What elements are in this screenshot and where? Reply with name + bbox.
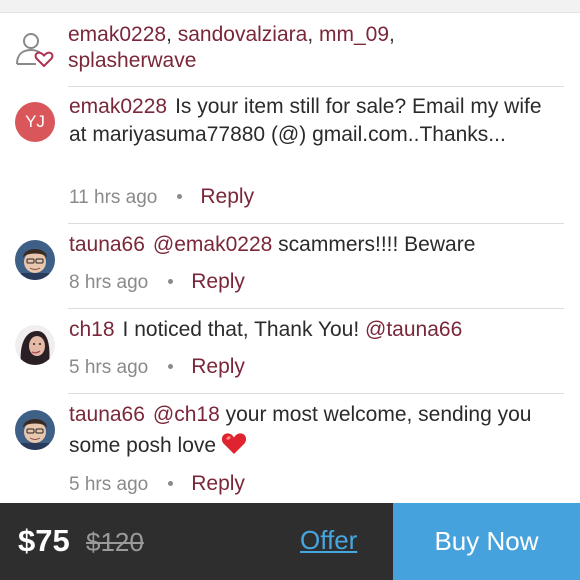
comments-screen: emak0228, sandovalziara, mm_09, splasherw… bbox=[0, 0, 580, 580]
buy-now-button[interactable]: Buy Now bbox=[393, 503, 580, 580]
comment-username[interactable]: emak0228 bbox=[69, 95, 167, 118]
reply-button[interactable]: Reply bbox=[191, 472, 245, 495]
likes-row: emak0228, sandovalziara, mm_09, splasherw… bbox=[0, 14, 580, 86]
price: $75 bbox=[18, 523, 70, 558]
comment-mention[interactable]: @tauna66 bbox=[365, 318, 462, 341]
user-heart-icon bbox=[16, 33, 54, 68]
top-strip bbox=[0, 0, 580, 13]
avatar[interactable] bbox=[15, 410, 55, 450]
comment-meta: 5 hrs ago Reply bbox=[69, 472, 245, 496]
comment-meta: 5 hrs ago Reply bbox=[69, 355, 245, 379]
offer-button[interactable]: Offer bbox=[300, 525, 357, 556]
user-photo-icon bbox=[15, 240, 55, 280]
red-heart-icon bbox=[222, 433, 247, 454]
liker-username[interactable]: splasherwave bbox=[68, 49, 196, 72]
divider bbox=[68, 308, 564, 309]
user-photo-icon bbox=[15, 325, 55, 365]
comment-mention[interactable]: @emak0228 bbox=[153, 233, 272, 256]
comment-message: I noticed that, Thank You! bbox=[122, 318, 360, 341]
separator-dot bbox=[177, 194, 183, 199]
divider bbox=[68, 393, 564, 394]
comment-timestamp: 5 hrs ago bbox=[69, 474, 149, 495]
comment-username[interactable]: tauna66 bbox=[69, 403, 145, 426]
comment-text: ch18 I noticed that, Thank You! @tauna66 bbox=[69, 316, 549, 344]
comment-timestamp: 11 hrs ago bbox=[69, 187, 158, 208]
comment-text: emak0228 Is your item still for sale? Ema… bbox=[69, 93, 549, 149]
comment-username[interactable]: tauna66 bbox=[69, 233, 145, 256]
avatar[interactable] bbox=[15, 325, 55, 365]
liker-username[interactable]: mm_09 bbox=[319, 23, 389, 46]
separator-dot bbox=[168, 364, 174, 369]
likes-user-list: emak0228, sandovalziara, mm_09, splasherw… bbox=[68, 23, 395, 72]
avatar[interactable]: YJ bbox=[15, 102, 55, 142]
reply-button[interactable]: Reply bbox=[191, 270, 245, 293]
comment-timestamp: 5 hrs ago bbox=[69, 357, 149, 378]
separator-dot bbox=[168, 279, 174, 284]
comment-timestamp: 8 hrs ago bbox=[69, 272, 149, 293]
comment-meta: 11 hrs ago Reply bbox=[69, 185, 254, 209]
comment-text: tauna66 @ch18 your most welcome, sending … bbox=[69, 401, 549, 460]
comment-text: tauna66 @emak0228 scammers!!!! Beware bbox=[69, 231, 549, 259]
reply-button[interactable]: Reply bbox=[191, 355, 245, 378]
comment-username[interactable]: ch18 bbox=[69, 318, 115, 341]
divider bbox=[68, 223, 564, 224]
separator-dot bbox=[168, 481, 174, 486]
divider bbox=[68, 86, 564, 87]
liker-username[interactable]: sandovalziara bbox=[178, 23, 308, 46]
comment-meta: 8 hrs ago Reply bbox=[69, 270, 245, 294]
liker-username[interactable]: emak0228 bbox=[68, 23, 166, 46]
avatar[interactable] bbox=[15, 240, 55, 280]
comment-mention[interactable]: @ch18 bbox=[153, 403, 220, 426]
original-price: $120 bbox=[86, 527, 144, 557]
comment-message: scammers!!!! Beware bbox=[278, 233, 476, 256]
reply-button[interactable]: Reply bbox=[200, 185, 254, 208]
user-photo-icon bbox=[15, 410, 55, 450]
